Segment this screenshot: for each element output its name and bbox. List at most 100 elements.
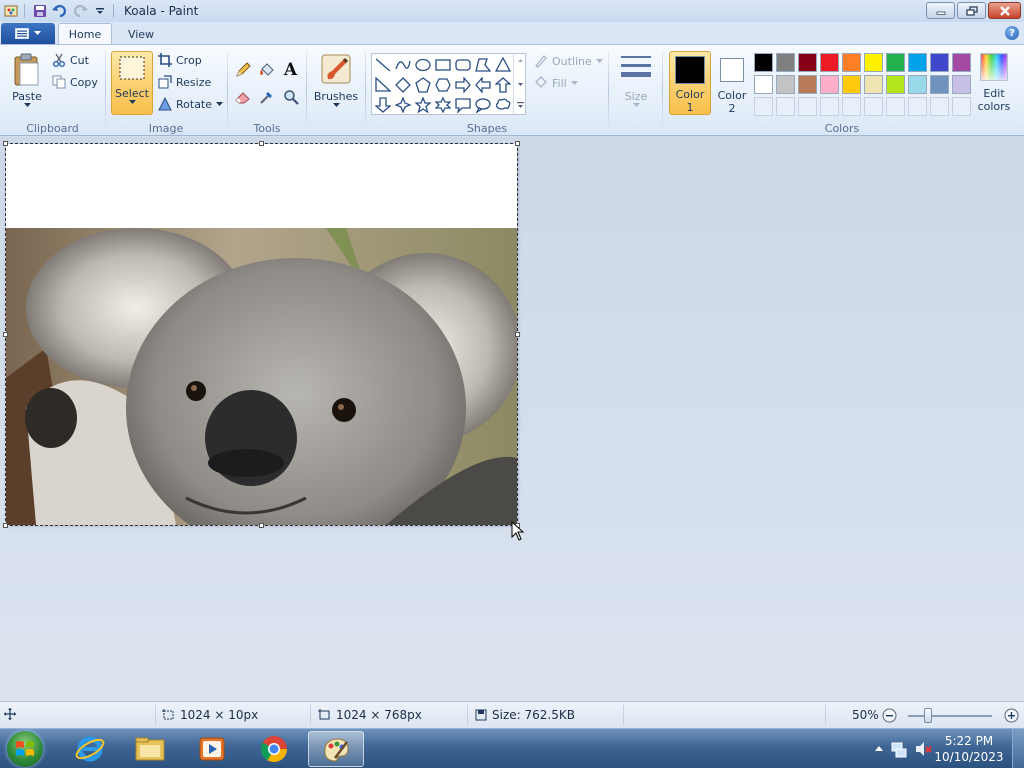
triangle-shape-icon[interactable] bbox=[493, 55, 513, 75]
magnifier-icon[interactable] bbox=[280, 86, 301, 107]
palette-color-swatch[interactable] bbox=[908, 75, 927, 94]
palette-color-swatch[interactable] bbox=[908, 53, 927, 72]
pencil-icon[interactable] bbox=[232, 59, 253, 80]
rotate-button[interactable]: Rotate bbox=[158, 97, 224, 111]
custom-color-slot[interactable] bbox=[908, 97, 927, 116]
color-1-button[interactable]: Color 1 bbox=[669, 51, 711, 115]
line-shape-icon[interactable] bbox=[373, 55, 393, 75]
six-point-star-shape-icon[interactable] bbox=[433, 95, 453, 115]
volume-muted-icon[interactable] bbox=[914, 740, 932, 761]
right-triangle-shape-icon[interactable] bbox=[373, 75, 393, 95]
redo-icon[interactable] bbox=[71, 2, 89, 20]
palette-color-swatch[interactable] bbox=[886, 75, 905, 94]
resize-handle-top-right[interactable] bbox=[515, 141, 520, 146]
right-arrow-shape-icon[interactable] bbox=[453, 75, 473, 95]
fill-button[interactable]: Fill bbox=[534, 76, 578, 90]
customize-quick-access-icon[interactable] bbox=[91, 2, 109, 20]
crop-button[interactable]: Crop bbox=[158, 53, 202, 67]
palette-color-swatch[interactable] bbox=[952, 53, 971, 72]
palette-color-swatch[interactable] bbox=[820, 75, 839, 94]
five-point-star-shape-icon[interactable] bbox=[413, 95, 433, 115]
close-button[interactable] bbox=[988, 2, 1021, 19]
cut-button[interactable]: Cut bbox=[52, 53, 89, 67]
custom-color-slot[interactable] bbox=[820, 97, 839, 116]
file-explorer-icon[interactable] bbox=[122, 731, 178, 767]
polygon-shape-icon[interactable] bbox=[473, 55, 493, 75]
select-button[interactable]: Select bbox=[111, 51, 153, 115]
palette-color-swatch[interactable] bbox=[842, 53, 861, 72]
rounded-rectangle-shape-icon[interactable] bbox=[453, 55, 473, 75]
palette-color-swatch[interactable] bbox=[930, 53, 949, 72]
start-button[interactable] bbox=[7, 731, 43, 767]
palette-color-swatch[interactable] bbox=[864, 75, 883, 94]
show-hidden-icons-icon[interactable] bbox=[874, 741, 884, 755]
palette-color-swatch[interactable] bbox=[798, 75, 817, 94]
undo-icon[interactable] bbox=[51, 2, 69, 20]
palette-color-swatch[interactable] bbox=[754, 53, 773, 72]
custom-color-slot[interactable] bbox=[776, 97, 795, 116]
network-icon[interactable] bbox=[890, 740, 908, 761]
custom-color-slot[interactable] bbox=[842, 97, 861, 116]
oval-shape-icon[interactable] bbox=[413, 55, 433, 75]
fill-icon[interactable] bbox=[256, 59, 277, 80]
custom-color-slot[interactable] bbox=[930, 97, 949, 116]
palette-color-swatch[interactable] bbox=[842, 75, 861, 94]
resize-handle-bottom[interactable] bbox=[259, 523, 264, 528]
size-button[interactable]: Size bbox=[616, 53, 656, 108]
curve-shape-icon[interactable] bbox=[393, 55, 413, 75]
color-2-button[interactable]: Color 2 bbox=[712, 51, 752, 115]
palette-color-swatch[interactable] bbox=[886, 53, 905, 72]
palette-color-swatch[interactable] bbox=[864, 53, 883, 72]
color-picker-icon[interactable] bbox=[256, 86, 277, 107]
resize-button[interactable]: Resize bbox=[158, 75, 211, 89]
clock[interactable]: 5:22 PM 10/10/2023 bbox=[934, 733, 1004, 765]
paint-menu-button[interactable] bbox=[1, 23, 55, 44]
custom-color-slot[interactable] bbox=[798, 97, 817, 116]
paint-app-icon[interactable] bbox=[2, 2, 20, 20]
resize-handle-top-left[interactable] bbox=[3, 141, 8, 146]
outline-button[interactable]: Outline bbox=[534, 54, 603, 68]
custom-color-slot[interactable] bbox=[886, 97, 905, 116]
diamond-shape-icon[interactable] bbox=[393, 75, 413, 95]
rectangular-callout-shape-icon[interactable] bbox=[453, 95, 473, 115]
down-arrow-shape-icon[interactable] bbox=[373, 95, 393, 115]
minimize-button[interactable] bbox=[926, 2, 955, 19]
palette-color-swatch[interactable] bbox=[798, 53, 817, 72]
canvas-workspace[interactable] bbox=[0, 137, 1024, 701]
restore-button[interactable] bbox=[957, 2, 986, 19]
oval-callout-shape-icon[interactable] bbox=[473, 95, 493, 115]
copy-button[interactable]: Copy bbox=[52, 75, 98, 89]
resize-handle-right[interactable] bbox=[515, 332, 520, 337]
cloud-callout-shape-icon[interactable] bbox=[493, 95, 513, 115]
brushes-button[interactable]: Brushes bbox=[312, 53, 360, 108]
palette-color-swatch[interactable] bbox=[776, 53, 795, 72]
show-desktop-button[interactable] bbox=[1012, 729, 1024, 768]
save-icon[interactable] bbox=[31, 2, 49, 20]
chrome-icon[interactable] bbox=[246, 731, 302, 767]
internet-explorer-icon[interactable] bbox=[62, 731, 118, 767]
hexagon-shape-icon[interactable] bbox=[433, 75, 453, 95]
tab-home[interactable]: Home bbox=[58, 23, 112, 45]
pentagon-shape-icon[interactable] bbox=[413, 75, 433, 95]
help-icon[interactable]: ? bbox=[1005, 26, 1019, 40]
text-icon[interactable]: A bbox=[280, 59, 301, 80]
resize-handle-left[interactable] bbox=[3, 332, 8, 337]
paste-button[interactable]: Paste bbox=[8, 53, 46, 108]
zoom-slider-track[interactable] bbox=[908, 715, 992, 717]
custom-color-slot[interactable] bbox=[864, 97, 883, 116]
palette-color-swatch[interactable] bbox=[776, 75, 795, 94]
zoom-slider-thumb[interactable] bbox=[924, 708, 932, 723]
rectangle-shape-icon[interactable] bbox=[433, 55, 453, 75]
palette-color-swatch[interactable] bbox=[754, 75, 773, 94]
up-arrow-shape-icon[interactable] bbox=[493, 75, 513, 95]
palette-color-swatch[interactable] bbox=[930, 75, 949, 94]
left-arrow-shape-icon[interactable] bbox=[473, 75, 493, 95]
four-point-star-shape-icon[interactable] bbox=[393, 95, 413, 115]
media-player-icon[interactable] bbox=[184, 731, 240, 767]
selection-rectangle[interactable] bbox=[3, 141, 520, 528]
zoom-in-button[interactable] bbox=[1004, 708, 1019, 723]
resize-handle-bottom-left[interactable] bbox=[3, 523, 8, 528]
zoom-out-button[interactable] bbox=[882, 708, 897, 723]
eraser-icon[interactable] bbox=[232, 86, 253, 107]
custom-color-slot[interactable] bbox=[754, 97, 773, 116]
